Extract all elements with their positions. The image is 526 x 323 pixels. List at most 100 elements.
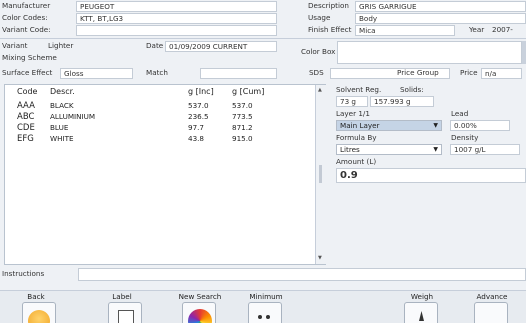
table-header: Code Descr. g [Inc] g [Cum] — [5, 87, 315, 99]
color-box-edge — [522, 41, 526, 64]
table-row[interactable]: AAA BLACK 537.0 537.0 — [5, 101, 315, 111]
table-row[interactable]: CDE BLUE 97.7 871.2 — [5, 123, 315, 133]
color-codes-field[interactable]: KTT, BT,LG3 — [76, 13, 277, 24]
advance-icon — [474, 302, 508, 323]
back-icon — [22, 302, 56, 323]
row-g-cum: 537.0 — [232, 101, 253, 110]
mixing-scheme-field — [48, 53, 277, 64]
chevron-down-icon: ▼ — [433, 122, 438, 129]
solvent-reg-label: Solvent Reg. — [336, 85, 382, 94]
minimum-button[interactable]: Minimum — [236, 291, 296, 323]
col-g-inc: g [Inc] — [188, 87, 214, 96]
surface-effect-label: Surface Effect — [2, 68, 53, 77]
lead-label: Lead — [451, 109, 469, 118]
minimum-icon — [248, 302, 282, 323]
solids-value: 157.993 g — [370, 96, 434, 107]
label-icon — [108, 302, 142, 323]
col-descr: Descr. — [50, 87, 75, 96]
color-box-label: Color Box — [301, 47, 336, 56]
table-row[interactable]: EFG WHITE 43.8 915.0 — [5, 134, 315, 144]
color-wheel-icon — [182, 302, 216, 323]
back-label: Back — [27, 292, 45, 301]
description-field[interactable]: GRIS GARRIGUE — [355, 1, 526, 12]
col-code: Code — [17, 87, 38, 96]
year-field: 2007- — [492, 25, 513, 34]
row-g-cum: 871.2 — [232, 123, 253, 132]
finish-effect-field[interactable]: Mica — [355, 25, 455, 36]
formula-by-label: Formula By — [336, 133, 377, 142]
label-label: Label — [112, 292, 132, 301]
row-code: EFG — [17, 134, 34, 144]
variant-code-label: Variant Code: — [2, 25, 51, 34]
variant-value: Lighter — [48, 41, 74, 50]
sds-label: SDS — [309, 68, 324, 77]
table-row[interactable]: ABC ALLUMINIUM 236.5 773.5 — [5, 112, 315, 122]
weigh-label: Weigh — [410, 292, 434, 301]
color-codes-label: Color Codes: — [2, 13, 48, 22]
layer-select-value: Main Layer — [340, 121, 380, 130]
bottom-toolbar: Back Label New Search Minimum Weigh Adva… — [0, 290, 526, 323]
row-g-cum: 773.5 — [232, 112, 253, 121]
scroll-thumb[interactable] — [319, 165, 322, 183]
scroll-down-icon[interactable]: ▼ — [318, 255, 322, 261]
scale-icon — [404, 302, 438, 323]
chevron-down-icon: ▼ — [433, 146, 438, 153]
row-code: ABC — [17, 112, 35, 122]
solids-label: Solids: — [400, 85, 424, 94]
price-group-label: Price Group — [397, 68, 439, 77]
color-box-field — [337, 41, 522, 64]
price-field: n/a — [481, 68, 522, 79]
amount-label: Amount (L) — [336, 157, 377, 166]
date-label: Date — [146, 41, 164, 50]
row-descr: BLUE — [50, 123, 69, 132]
row-descr: BLACK — [50, 101, 74, 110]
manufacturer-field[interactable]: PEUGEOT — [76, 1, 277, 12]
price-label: Price — [460, 68, 478, 77]
finish-effect-label: Finish Effect — [308, 25, 352, 34]
row-code: AAA — [17, 101, 35, 111]
row-g-inc: 43.8 — [188, 134, 205, 143]
date-field[interactable]: 01/09/2009 CURRENT — [165, 41, 277, 52]
new-search-button[interactable]: New Search — [170, 291, 230, 323]
instructions-label: Instructions — [2, 269, 45, 278]
row-g-inc: 236.5 — [188, 112, 209, 121]
header-divider — [0, 38, 526, 39]
layer-select[interactable]: Main Layer ▼ — [336, 120, 442, 131]
formula-table: Code Descr. g [Inc] g [Cum] AAA BLACK 53… — [4, 84, 326, 265]
weigh-button[interactable]: Weigh — [392, 291, 452, 323]
row-g-cum: 915.0 — [232, 134, 253, 143]
solvent-value: 73 g — [336, 96, 368, 107]
variant-code-field[interactable] — [76, 25, 277, 36]
formula-select[interactable]: Litres ▼ — [336, 144, 442, 155]
row-descr: WHITE — [50, 134, 74, 143]
new-search-label: New Search — [178, 292, 222, 301]
row-code: CDE — [17, 123, 35, 133]
row-g-inc: 537.0 — [188, 101, 209, 110]
row-descr: ALLUMINIUM — [50, 112, 96, 121]
amount-input[interactable]: 0.9 — [336, 168, 526, 183]
usage-field[interactable]: Body — [355, 13, 526, 24]
col-g-cum: g [Cum] — [232, 87, 265, 96]
lead-value: 0.00% — [450, 120, 510, 131]
match-field[interactable] — [200, 68, 277, 79]
scroll-up-icon[interactable]: ▲ — [318, 87, 322, 93]
row-g-inc: 97.7 — [188, 123, 205, 132]
layer-label: Layer 1/1 — [336, 109, 370, 118]
usage-label: Usage — [308, 13, 331, 22]
label-button[interactable]: Label — [96, 291, 156, 323]
match-label: Match — [146, 68, 168, 77]
minimum-label: Minimum — [249, 292, 283, 301]
advance-label: Advance — [476, 292, 508, 301]
back-button[interactable]: Back — [14, 291, 74, 323]
variant-label: Variant — [2, 41, 28, 50]
table-scrollbar[interactable]: ▲ ▼ — [315, 85, 326, 264]
manufacturer-label: Manufacturer — [2, 1, 51, 10]
advance-button[interactable]: Advance — [462, 291, 522, 323]
year-label: Year — [469, 25, 485, 34]
surface-effect-field[interactable]: Gloss — [60, 68, 133, 79]
instructions-field[interactable] — [78, 268, 526, 281]
formula-select-value: Litres — [340, 145, 360, 154]
density-label: Density — [451, 133, 479, 142]
density-value: 1007 g/L — [450, 144, 520, 155]
description-label: Description — [308, 1, 349, 10]
